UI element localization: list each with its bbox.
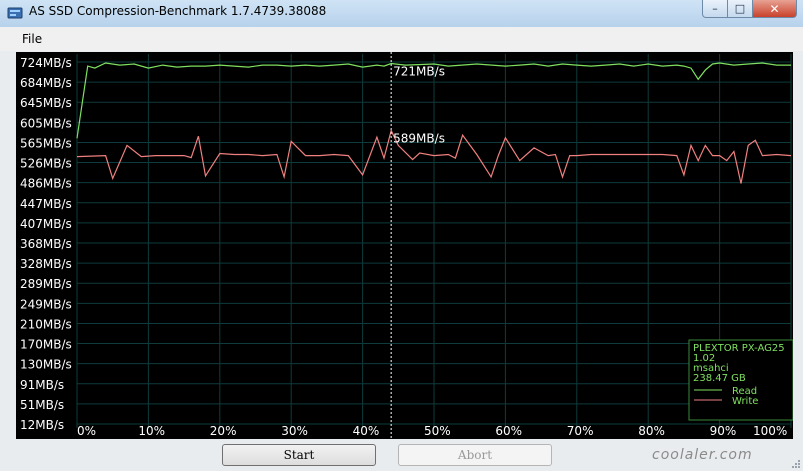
window-title: AS SSD Compression-Benchmark 1.7.4739.38…: [29, 4, 327, 18]
minimize-button[interactable]: –: [702, 0, 728, 18]
menu-bar: File: [0, 27, 803, 51]
title-bar[interactable]: AS SSD Compression-Benchmark 1.7.4739.38…: [0, 0, 803, 27]
y-tick-label: 91MB/s: [20, 378, 64, 392]
y-tick-label: 328MB/s: [20, 257, 72, 271]
marker-write-label: 589MB/s: [393, 132, 445, 146]
x-tick-label: 30%: [281, 424, 308, 438]
y-tick-label: 130MB/s: [20, 358, 72, 372]
chart-grid: [76, 54, 792, 428]
x-tick-label: 50%: [424, 424, 451, 438]
y-tick-label: 526MB/s: [20, 157, 72, 171]
y-tick-label: 605MB/s: [20, 116, 72, 130]
y-tick-label: 447MB/s: [20, 197, 72, 211]
maximize-button[interactable]: □: [728, 0, 753, 18]
x-tick-label: 100%: [753, 424, 787, 438]
app-window: AS SSD Compression-Benchmark 1.7.4739.38…: [0, 0, 803, 471]
y-tick-label: 565MB/s: [20, 136, 72, 150]
app-icon: [7, 7, 23, 19]
menu-file[interactable]: File: [22, 32, 42, 46]
maximize-icon: □: [734, 2, 746, 15]
y-tick-label: 12MB/s: [20, 418, 64, 432]
benchmark-chart-panel: 724MB/s 684MB/s 645MB/s 605MB/s 565MB/s 526MB…: [16, 52, 794, 439]
x-tick-label: 40%: [353, 424, 380, 438]
y-tick-label: 289MB/s: [20, 277, 72, 291]
watermark-text: coolaler.com: [652, 447, 753, 463]
x-tick-label: 60%: [495, 424, 522, 438]
close-button[interactable]: ✕: [753, 0, 797, 18]
info-capacity: 238.47 GB: [693, 373, 746, 384]
abort-button: Abort: [398, 444, 552, 466]
marker-read-label: 721MB/s: [393, 65, 445, 79]
y-tick-label: 368MB/s: [20, 237, 72, 251]
close-icon: ✕: [769, 1, 780, 16]
y-tick-label: 249MB/s: [20, 297, 72, 311]
y-tick-label: 407MB/s: [20, 217, 72, 231]
legend-write-label: Write: [732, 396, 758, 407]
resize-grip-icon[interactable]: [791, 459, 801, 469]
y-axis-ticks: 724MB/s 684MB/s 645MB/s 605MB/s 565MB/s 526MB…: [20, 56, 72, 432]
start-button[interactable]: Start: [222, 444, 376, 466]
y-tick-label: 210MB/s: [20, 317, 72, 331]
window-controls: – □ ✕: [702, 0, 797, 19]
y-tick-label: 684MB/s: [20, 76, 72, 90]
y-tick-label: 724MB/s: [20, 56, 72, 70]
x-axis-ticks: 0% 10% 20% 30% 40% 50% 60% 70% 80% 90% 100%: [77, 424, 787, 438]
y-tick-label: 51MB/s: [20, 398, 64, 412]
x-tick-label: 10%: [138, 424, 165, 438]
y-tick-label: 645MB/s: [20, 96, 72, 110]
minimize-icon: –: [712, 2, 718, 15]
info-legend-box: PLEXTOR PX-AG25 1.02 msahci 238.47 GB Re…: [688, 339, 794, 421]
x-tick-label: 20%: [210, 424, 237, 438]
x-tick-label: 70%: [567, 424, 594, 438]
y-tick-label: 486MB/s: [20, 177, 72, 191]
y-tick-label: 170MB/s: [20, 338, 72, 352]
x-tick-label: 0%: [77, 424, 96, 438]
x-tick-label: 90%: [710, 424, 737, 438]
benchmark-chart: 724MB/s 684MB/s 645MB/s 605MB/s 565MB/s 526MB…: [20, 52, 794, 439]
x-tick-label: 80%: [638, 424, 665, 438]
